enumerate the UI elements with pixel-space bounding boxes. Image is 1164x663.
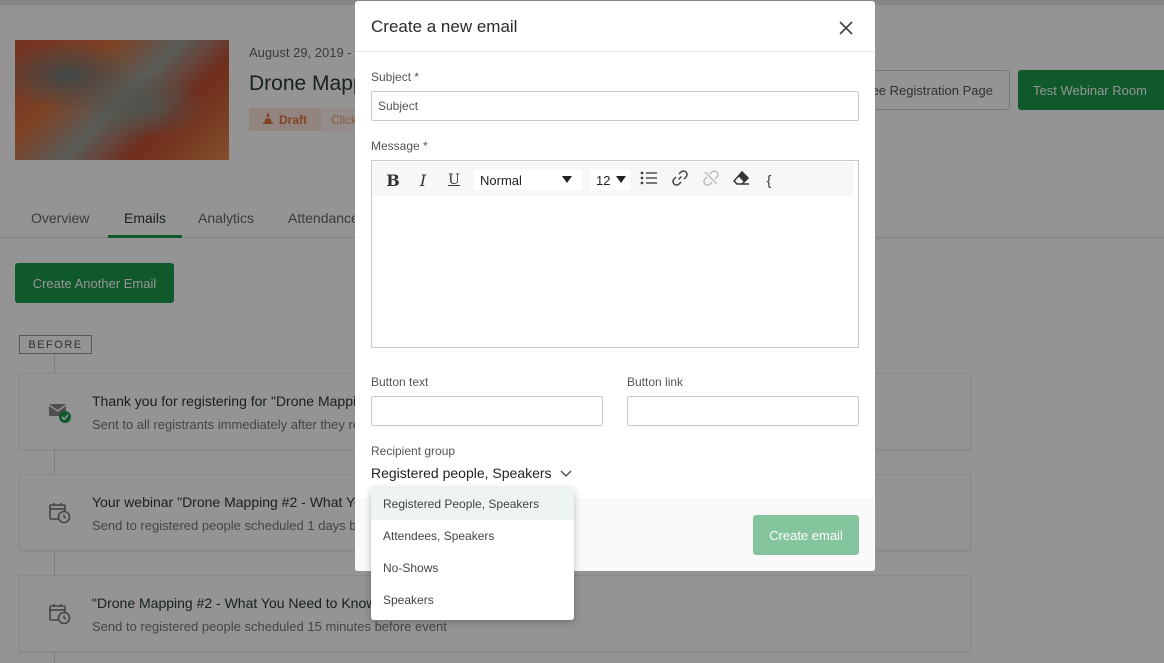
recipient-group-label: Recipient group — [371, 444, 456, 458]
placeholder-insert-button[interactable]: { — [763, 171, 775, 189]
caret-down-icon — [616, 176, 626, 183]
caret-down-icon — [562, 176, 572, 183]
create-email-modal: Create a new email Subject * Message * B… — [355, 1, 875, 571]
font-size-select[interactable]: 12 — [590, 170, 630, 190]
format-select-value: Normal — [480, 172, 522, 188]
editor-toolbar: B I U Normal 12 { — [373, 162, 853, 196]
unlink-icon — [702, 169, 720, 192]
message-editor[interactable]: B I U Normal 12 { — [371, 160, 859, 348]
bold-button[interactable]: B — [383, 171, 403, 190]
clear-format-button[interactable] — [732, 170, 752, 191]
recipient-option-speakers[interactable]: Speakers — [371, 584, 574, 616]
link-icon — [671, 169, 689, 192]
italic-button[interactable]: I — [413, 171, 433, 190]
modal-header: Create a new email — [355, 1, 875, 52]
button-text-input[interactable] — [371, 396, 603, 426]
chevron-down-icon — [560, 465, 572, 481]
button-link-input[interactable] — [627, 396, 859, 426]
close-icon — [835, 21, 857, 43]
recipient-group-value: Registered people, Speakers — [371, 465, 552, 481]
close-button[interactable] — [835, 17, 857, 39]
message-label: Message * — [371, 139, 428, 153]
font-size-value: 12 — [596, 172, 611, 188]
subject-label: Subject * — [371, 70, 420, 84]
subject-input[interactable] — [371, 91, 859, 121]
format-select[interactable]: Normal — [474, 170, 582, 190]
modal-title: Create a new email — [371, 17, 518, 36]
bullet-list-button[interactable] — [639, 171, 659, 189]
recipient-option-no-shows[interactable]: No-Shows — [371, 552, 574, 584]
link-button[interactable] — [670, 169, 690, 192]
recipient-group-menu: Registered People, Speakers Attendees, S… — [371, 488, 574, 620]
bullet-list-icon — [640, 170, 658, 191]
recipient-option-registered-speakers[interactable]: Registered People, Speakers — [371, 488, 574, 520]
recipient-group-select[interactable]: Registered people, Speakers — [371, 463, 572, 483]
button-text-label: Button text — [371, 375, 429, 389]
recipient-option-attendees-speakers[interactable]: Attendees, Speakers — [371, 520, 574, 552]
button-link-label: Button link — [627, 375, 684, 389]
eraser-icon — [732, 170, 751, 191]
unlink-button[interactable] — [701, 169, 721, 192]
create-email-button[interactable]: Create email — [753, 515, 859, 555]
underline-button[interactable]: U — [444, 171, 464, 189]
